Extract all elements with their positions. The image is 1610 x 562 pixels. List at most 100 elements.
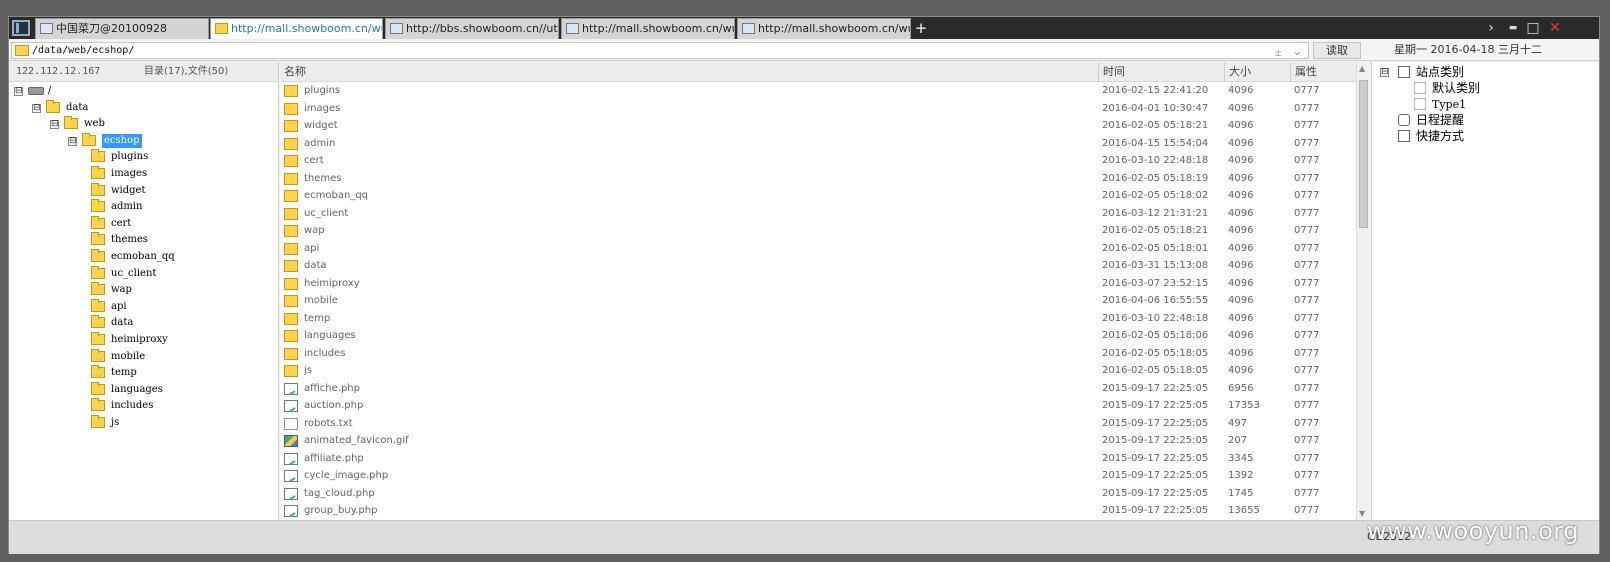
file-row[interactable]: animated_favicon.gif 2015-09-17 22:25:05 2… (280, 433, 1356, 450)
tree-node[interactable]: ⊟ data (9, 99, 277, 117)
tree-node-schedule[interactable]: 日程提醒 (1398, 113, 1588, 129)
collapse-icon[interactable]: ⊟ (32, 103, 41, 113)
file-row[interactable]: includes 2016-02-05 05:18:05 4096 0777 (280, 346, 1356, 363)
file-row[interactable]: group_buy.php 2015-09-17 22:25:05 13655 077… (280, 503, 1356, 520)
tab-home[interactable]: 中国菜刀@20100928 (35, 18, 209, 39)
scroll-down-icon[interactable]: ▼ (1359, 509, 1365, 518)
tree-node[interactable]: data (9, 315, 277, 332)
column-header-size[interactable]: 大小 (1224, 62, 1290, 82)
tree-node[interactable]: uc_client (9, 265, 277, 283)
tree-node[interactable]: ⊟ web (9, 116, 277, 133)
file-row[interactable]: cycle_image.php 2015-09-17 22:25:05 1392 07… (280, 468, 1356, 485)
collapse-icon[interactable]: ⊟ (1380, 68, 1389, 77)
file-row[interactable]: admin 2016-04-15 15:54:04 4096 0777 (280, 136, 1356, 153)
tree-node-site-category[interactable]: ⊟ 站点类别 (1380, 65, 1580, 81)
tree-node[interactable]: languages (9, 381, 277, 399)
file-row[interactable]: js 2016-02-05 05:18:05 4096 0777 (280, 363, 1356, 380)
tree-node[interactable]: ecmoban_qq (9, 249, 277, 266)
cell-name: widget (304, 120, 338, 131)
file-row[interactable]: auction.php 2015-09-17 22:25:05 17353 0777 (280, 398, 1356, 415)
tree-node[interactable]: wap (9, 282, 277, 299)
file-row[interactable]: cert 2016-03-10 22:48:18 4096 0777 (280, 153, 1356, 170)
read-button[interactable]: 读取 (1313, 42, 1361, 59)
collapse-icon[interactable]: ⊟ (68, 136, 77, 146)
cell-time: 2015-09-17 22:25:05 (1102, 382, 1209, 394)
cell-size: 4096 (1228, 102, 1254, 114)
column-header-name[interactable]: 名称 (280, 62, 1098, 82)
cell-size: 4096 (1228, 277, 1254, 289)
file-row[interactable]: uc_client 2016-03-12 21:31:21 4096 0777 (280, 206, 1356, 223)
file-row[interactable]: data 2016-03-31 15:13:08 4096 0777 (280, 258, 1356, 275)
file-row[interactable]: temp 2016-03-10 22:48:18 4096 0777 (280, 311, 1356, 328)
cell-attr: 0777 (1294, 487, 1320, 499)
tree-node[interactable]: heimiproxy (9, 332, 277, 349)
maximize-icon[interactable]: □ (1523, 17, 1543, 39)
file-row[interactable]: widget 2016-02-05 05:18:21 4096 0777 (280, 118, 1356, 135)
tab-mall-3[interactable]: http://mall.showboom.cn/wuy... (737, 18, 911, 39)
tree-node[interactable]: plugins (9, 149, 277, 166)
collapse-icon[interactable]: ⊟ (14, 87, 23, 96)
file-row[interactable]: api 2016-02-05 05:18:01 4096 0777 (280, 241, 1356, 258)
file-row[interactable]: images 2016-04-01 10:30:47 4096 0777 (280, 101, 1356, 118)
cell-attr: 0777 (1294, 260, 1320, 271)
file-row[interactable]: tag_cloud.php 2015-09-17 22:25:05 1745 0777 (280, 486, 1356, 503)
cell-attr: 0777 (1294, 102, 1320, 114)
tree-node[interactable]: api (9, 298, 277, 316)
collapse-icon[interactable]: ⊟ (50, 120, 59, 130)
tab-bbs[interactable]: http://bbs.showboom.cn//utili... (385, 18, 559, 39)
folder-icon (284, 330, 298, 342)
tree-node[interactable]: ⊟ / (9, 84, 277, 100)
tab-label: 中国菜刀@20100928 (56, 22, 167, 35)
tree-node-shortcuts[interactable]: 快捷方式 (1398, 129, 1588, 145)
tree-node[interactable]: admin (9, 199, 277, 216)
chevron-right-icon[interactable]: › (1481, 17, 1501, 39)
file-row[interactable]: heimiproxy 2016-03-07 23:52:15 4096 0777 (280, 276, 1356, 293)
cell-size: 4096 (1228, 330, 1254, 341)
tree-node[interactable]: temp (9, 365, 277, 382)
tree-node[interactable]: images (9, 166, 277, 183)
scrollbar-thumb[interactable] (1359, 80, 1368, 228)
cell-name: plugins (304, 85, 341, 96)
cell-size: 13655 (1228, 505, 1260, 516)
tree-node[interactable]: widget (9, 182, 277, 200)
file-row[interactable]: affiche.php 2015-09-17 22:25:05 6956 0777 (280, 381, 1356, 398)
php-file-icon (284, 452, 298, 465)
scroll-up-icon[interactable]: ▲ (1359, 64, 1365, 73)
file-row[interactable]: robots.txt 2015-09-17 22:25:05 497 0777 (280, 416, 1356, 433)
tree-node-default-category[interactable]: 默认类别 (1414, 81, 1594, 97)
minimize-icon[interactable]: ▬ (1503, 17, 1523, 39)
tree-node[interactable]: mobile (9, 348, 277, 366)
file-row[interactable]: plugins 2016-02-15 22:41:20 4096 0777 (280, 83, 1356, 100)
new-tab-button[interactable]: + (913, 18, 929, 38)
tab-mall-2[interactable]: http://mall.showboom.cn/wuy... (561, 18, 735, 39)
tree-node[interactable]: cert (9, 215, 277, 233)
tree-node-label: api (111, 300, 127, 312)
file-row[interactable]: languages 2016-02-05 05:18:06 4096 0777 (280, 328, 1356, 345)
folder-icon (284, 242, 298, 255)
status-bar: GB2312 www.wooyun.org (9, 517, 1599, 554)
file-row[interactable]: wap 2016-02-05 05:18:21 4096 0777 (280, 223, 1356, 240)
file-row[interactable]: mobile 2016-04-06 16:55:55 4096 0777 (280, 293, 1356, 310)
vertical-scrollbar[interactable]: ▲ ▼ (1356, 62, 1370, 520)
tree-node[interactable]: ⊟ ecshop (9, 132, 277, 150)
tree-node[interactable]: themes (9, 232, 277, 249)
path-bar: /data/web/ecshop/ ± ⌵ 读取 星期一 2016-04-18 … (9, 40, 1599, 61)
app-menu-icon[interactable] (12, 20, 30, 36)
column-header-time[interactable]: 时间 (1098, 62, 1224, 82)
file-row[interactable]: themes 2016-02-05 05:18:19 4096 0777 (280, 171, 1356, 188)
close-icon[interactable]: ✕ (1545, 17, 1565, 39)
tab-file-manager-active[interactable]: http://mall.showboom.cn/wuy... (210, 18, 383, 39)
tree-node[interactable]: js (9, 415, 277, 432)
path-input[interactable]: /data/web/ecshop/ ± ⌵ (11, 42, 1309, 59)
folder-icon (284, 85, 298, 97)
chevron-down-icon[interactable]: ⌵ (1294, 44, 1301, 59)
file-row[interactable]: affiliate.php 2015-09-17 22:25:05 3345 0777 (280, 451, 1356, 468)
tree-node[interactable]: includes (9, 398, 277, 415)
plus-minus-icon[interactable]: ± (1275, 45, 1282, 60)
file-row[interactable]: ecmoban_qq 2016-02-05 05:18:02 4096 0777 (280, 188, 1356, 205)
cell-time: 2016-04-01 10:30:47 (1102, 102, 1209, 114)
date-display: 星期一 2016-04-18 三月十二 (1394, 43, 1542, 56)
column-header-attr[interactable]: 属性 (1290, 62, 1356, 82)
cell-size: 4096 (1228, 207, 1254, 219)
tree-node-type1[interactable]: Type1 (1414, 97, 1594, 113)
